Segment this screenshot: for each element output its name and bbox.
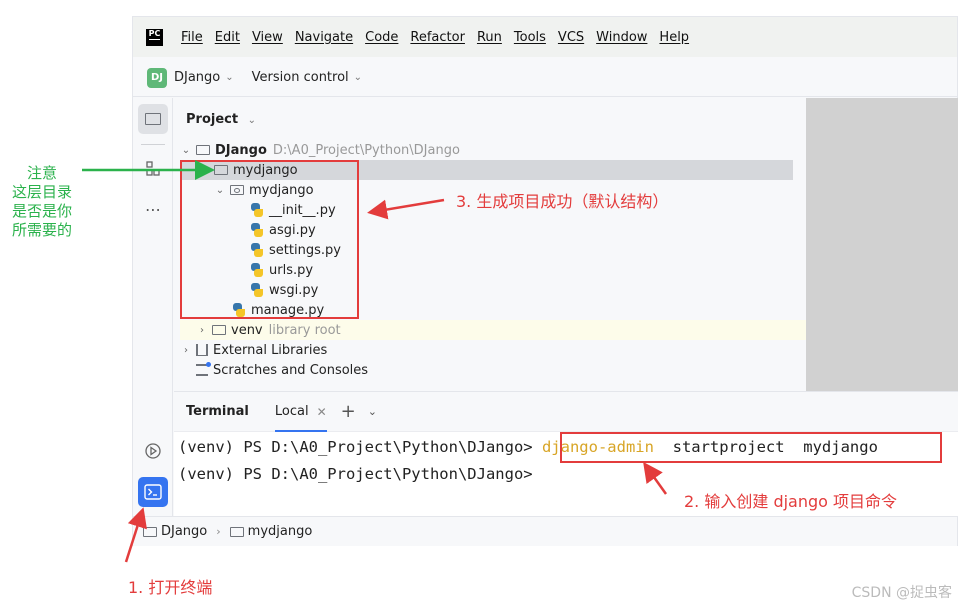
menu-code[interactable]: Code: [365, 30, 398, 45]
menu-window[interactable]: Window: [596, 30, 647, 45]
menu-refactor[interactable]: Refactor: [410, 30, 465, 45]
annotation-note-line: 所需要的: [11, 221, 72, 239]
terminal-tab-label: Local: [274, 404, 309, 419]
tree-root[interactable]: ⌄ DJango D:\A0_Project\Python\DJango: [180, 140, 460, 160]
project-panel-title-label: Project: [186, 112, 239, 127]
more-dots-icon: ⋯: [145, 199, 161, 219]
chevron-down-icon[interactable]: ⌄: [368, 405, 377, 418]
annotation-green-note: 注意 这层目录 是否是你 所需要的: [10, 164, 74, 240]
status-bar-breadcrumb: DJango › mydjango: [133, 516, 957, 546]
annotation-box-command: [560, 432, 942, 463]
project-tool-button[interactable]: [138, 104, 168, 134]
annotation-note-line: 这层目录: [11, 183, 72, 201]
tree-item-external-libraries[interactable]: › External Libraries: [180, 340, 327, 360]
folder-icon: [196, 145, 210, 155]
root-path: D:\A0_Project\Python\DJango: [272, 142, 460, 158]
menu-edit[interactable]: Edit: [215, 30, 240, 45]
expand-right-icon[interactable]: ›: [180, 345, 192, 356]
annotation-step1: 1. 打开终端: [128, 578, 213, 597]
library-root-hint: library root: [268, 322, 341, 338]
folder-icon: [212, 325, 226, 335]
menu-file[interactable]: File: [181, 30, 203, 45]
terminal-prompt: (venv) PS D:\A0_Project\Python\DJango>: [178, 465, 533, 483]
terminal-tool-button[interactable]: [138, 477, 168, 507]
annotation-box-project-structure: [180, 160, 359, 319]
menu-bar: PC File Edit View Navigate Code Refactor…: [133, 17, 957, 57]
close-icon[interactable]: ✕: [317, 405, 327, 419]
menu-help[interactable]: Help: [659, 30, 689, 45]
watermark: CSDN @捉虫客: [851, 585, 952, 601]
tool-window-strip: ⋯: [133, 98, 173, 516]
annotation-note-line: 是否是你: [11, 202, 72, 220]
new-tab-plus-icon[interactable]: +: [341, 401, 356, 422]
project-name-dropdown[interactable]: DJango: [174, 70, 220, 85]
annotation-note-line: 注意: [26, 164, 57, 182]
folder-icon: [229, 526, 244, 537]
menu-vcs[interactable]: VCS: [558, 30, 584, 45]
menu-view[interactable]: View: [252, 30, 283, 45]
tree-item-label: venv: [231, 322, 263, 338]
project-panel-title[interactable]: Project ⌄: [186, 112, 256, 127]
annotation-step2: 2. 输入创建 django 项目命令: [684, 492, 898, 511]
expand-right-icon[interactable]: ›: [196, 325, 208, 336]
tree-item-venv[interactable]: › venv library root: [180, 320, 806, 340]
menu-navigate[interactable]: Navigate: [295, 30, 353, 45]
chevron-down-icon[interactable]: ⌄: [354, 72, 362, 83]
terminal-icon: [144, 484, 162, 500]
tree-item-scratches[interactable]: Scratches and Consoles: [196, 360, 368, 380]
run-services-icon: [145, 443, 161, 459]
structure-tool-button[interactable]: [138, 154, 168, 184]
menu-run[interactable]: Run: [477, 30, 502, 45]
terminal-tab-local[interactable]: Local ✕: [274, 392, 327, 432]
more-tools-button[interactable]: ⋯: [138, 194, 168, 224]
chevron-down-icon[interactable]: ⌄: [225, 72, 233, 83]
folder-icon: [143, 526, 157, 537]
root-name: DJango: [215, 142, 267, 158]
terminal-line-2[interactable]: (venv) PS D:\A0_Project\Python\DJango>: [178, 465, 533, 483]
breadcrumb-item[interactable]: DJango: [161, 524, 207, 539]
annotation-step3: 3. 生成项目成功（默认结构）: [456, 192, 669, 211]
scratches-icon: [196, 362, 211, 376]
menu-tools[interactable]: Tools: [514, 30, 546, 45]
structure-icon: [146, 161, 160, 176]
breadcrumb-separator-icon: ›: [216, 525, 221, 538]
editor-empty-area: [806, 98, 958, 391]
terminal-header: Terminal Local ✕ + ⌄: [174, 392, 958, 432]
services-tool-button[interactable]: [138, 436, 168, 466]
expand-down-icon[interactable]: ⌄: [180, 145, 192, 156]
terminal-prompt: (venv) PS D:\A0_Project\Python\DJango>: [178, 438, 533, 456]
library-icon: [196, 344, 208, 356]
version-control-dropdown[interactable]: Version control: [252, 70, 349, 85]
project-badge[interactable]: DJ: [147, 67, 167, 88]
folder-icon: [145, 113, 161, 125]
tree-item-label: External Libraries: [213, 342, 328, 358]
toolbar-divider: [141, 144, 165, 145]
pycharm-logo-icon: PC: [146, 28, 163, 46]
breadcrumb-item[interactable]: mydjango: [248, 524, 313, 539]
chevron-down-icon[interactable]: ⌄: [248, 115, 256, 126]
tree-item-label: Scratches and Consoles: [213, 362, 369, 378]
terminal-title: Terminal: [186, 404, 249, 419]
project-toolbar: DJ DJango ⌄ Version control ⌄: [133, 59, 957, 97]
